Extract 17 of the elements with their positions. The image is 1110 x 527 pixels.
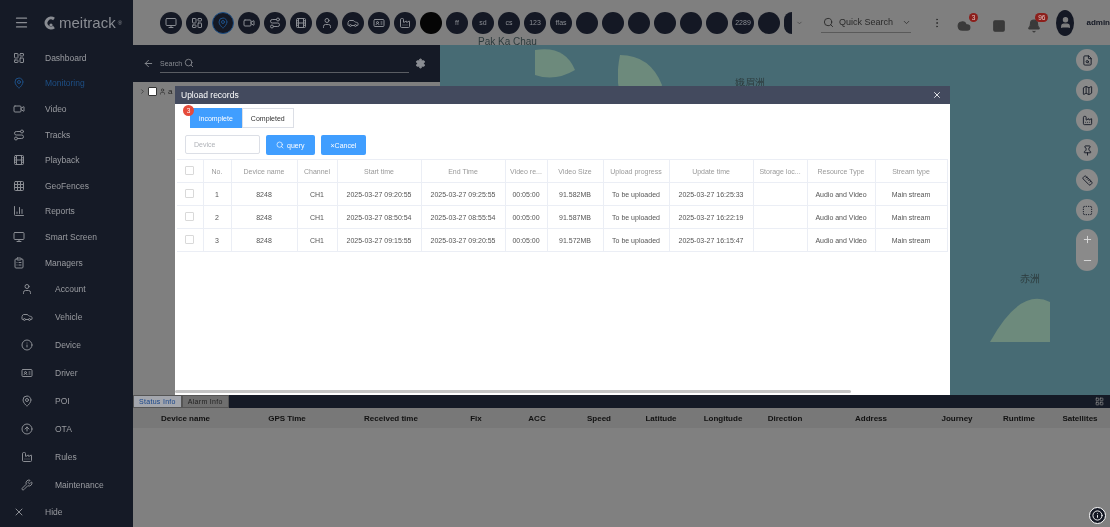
column-header: ACC xyxy=(527,413,547,423)
column-header: Received time xyxy=(363,413,419,423)
column-header: Address xyxy=(854,413,888,423)
column-header: Direction xyxy=(766,413,804,423)
dialog-title: Upload records xyxy=(181,90,239,100)
user-name: admin xyxy=(1086,18,1110,27)
column-header: GPS Time xyxy=(267,413,307,423)
column-header: Fix xyxy=(469,413,483,423)
column-header: Journey xyxy=(940,413,974,423)
column-header: Latitude xyxy=(644,413,678,423)
map-label: Pak Ka Chau xyxy=(478,36,537,47)
column-header: Satellites xyxy=(1061,413,1099,423)
column-header: Device name xyxy=(160,413,211,423)
column-header: Longitude xyxy=(702,413,744,423)
column-header: Speed xyxy=(586,413,612,423)
column-header: Runtime xyxy=(1002,413,1036,423)
logo: meitrack$^{®}$ xyxy=(43,14,123,31)
